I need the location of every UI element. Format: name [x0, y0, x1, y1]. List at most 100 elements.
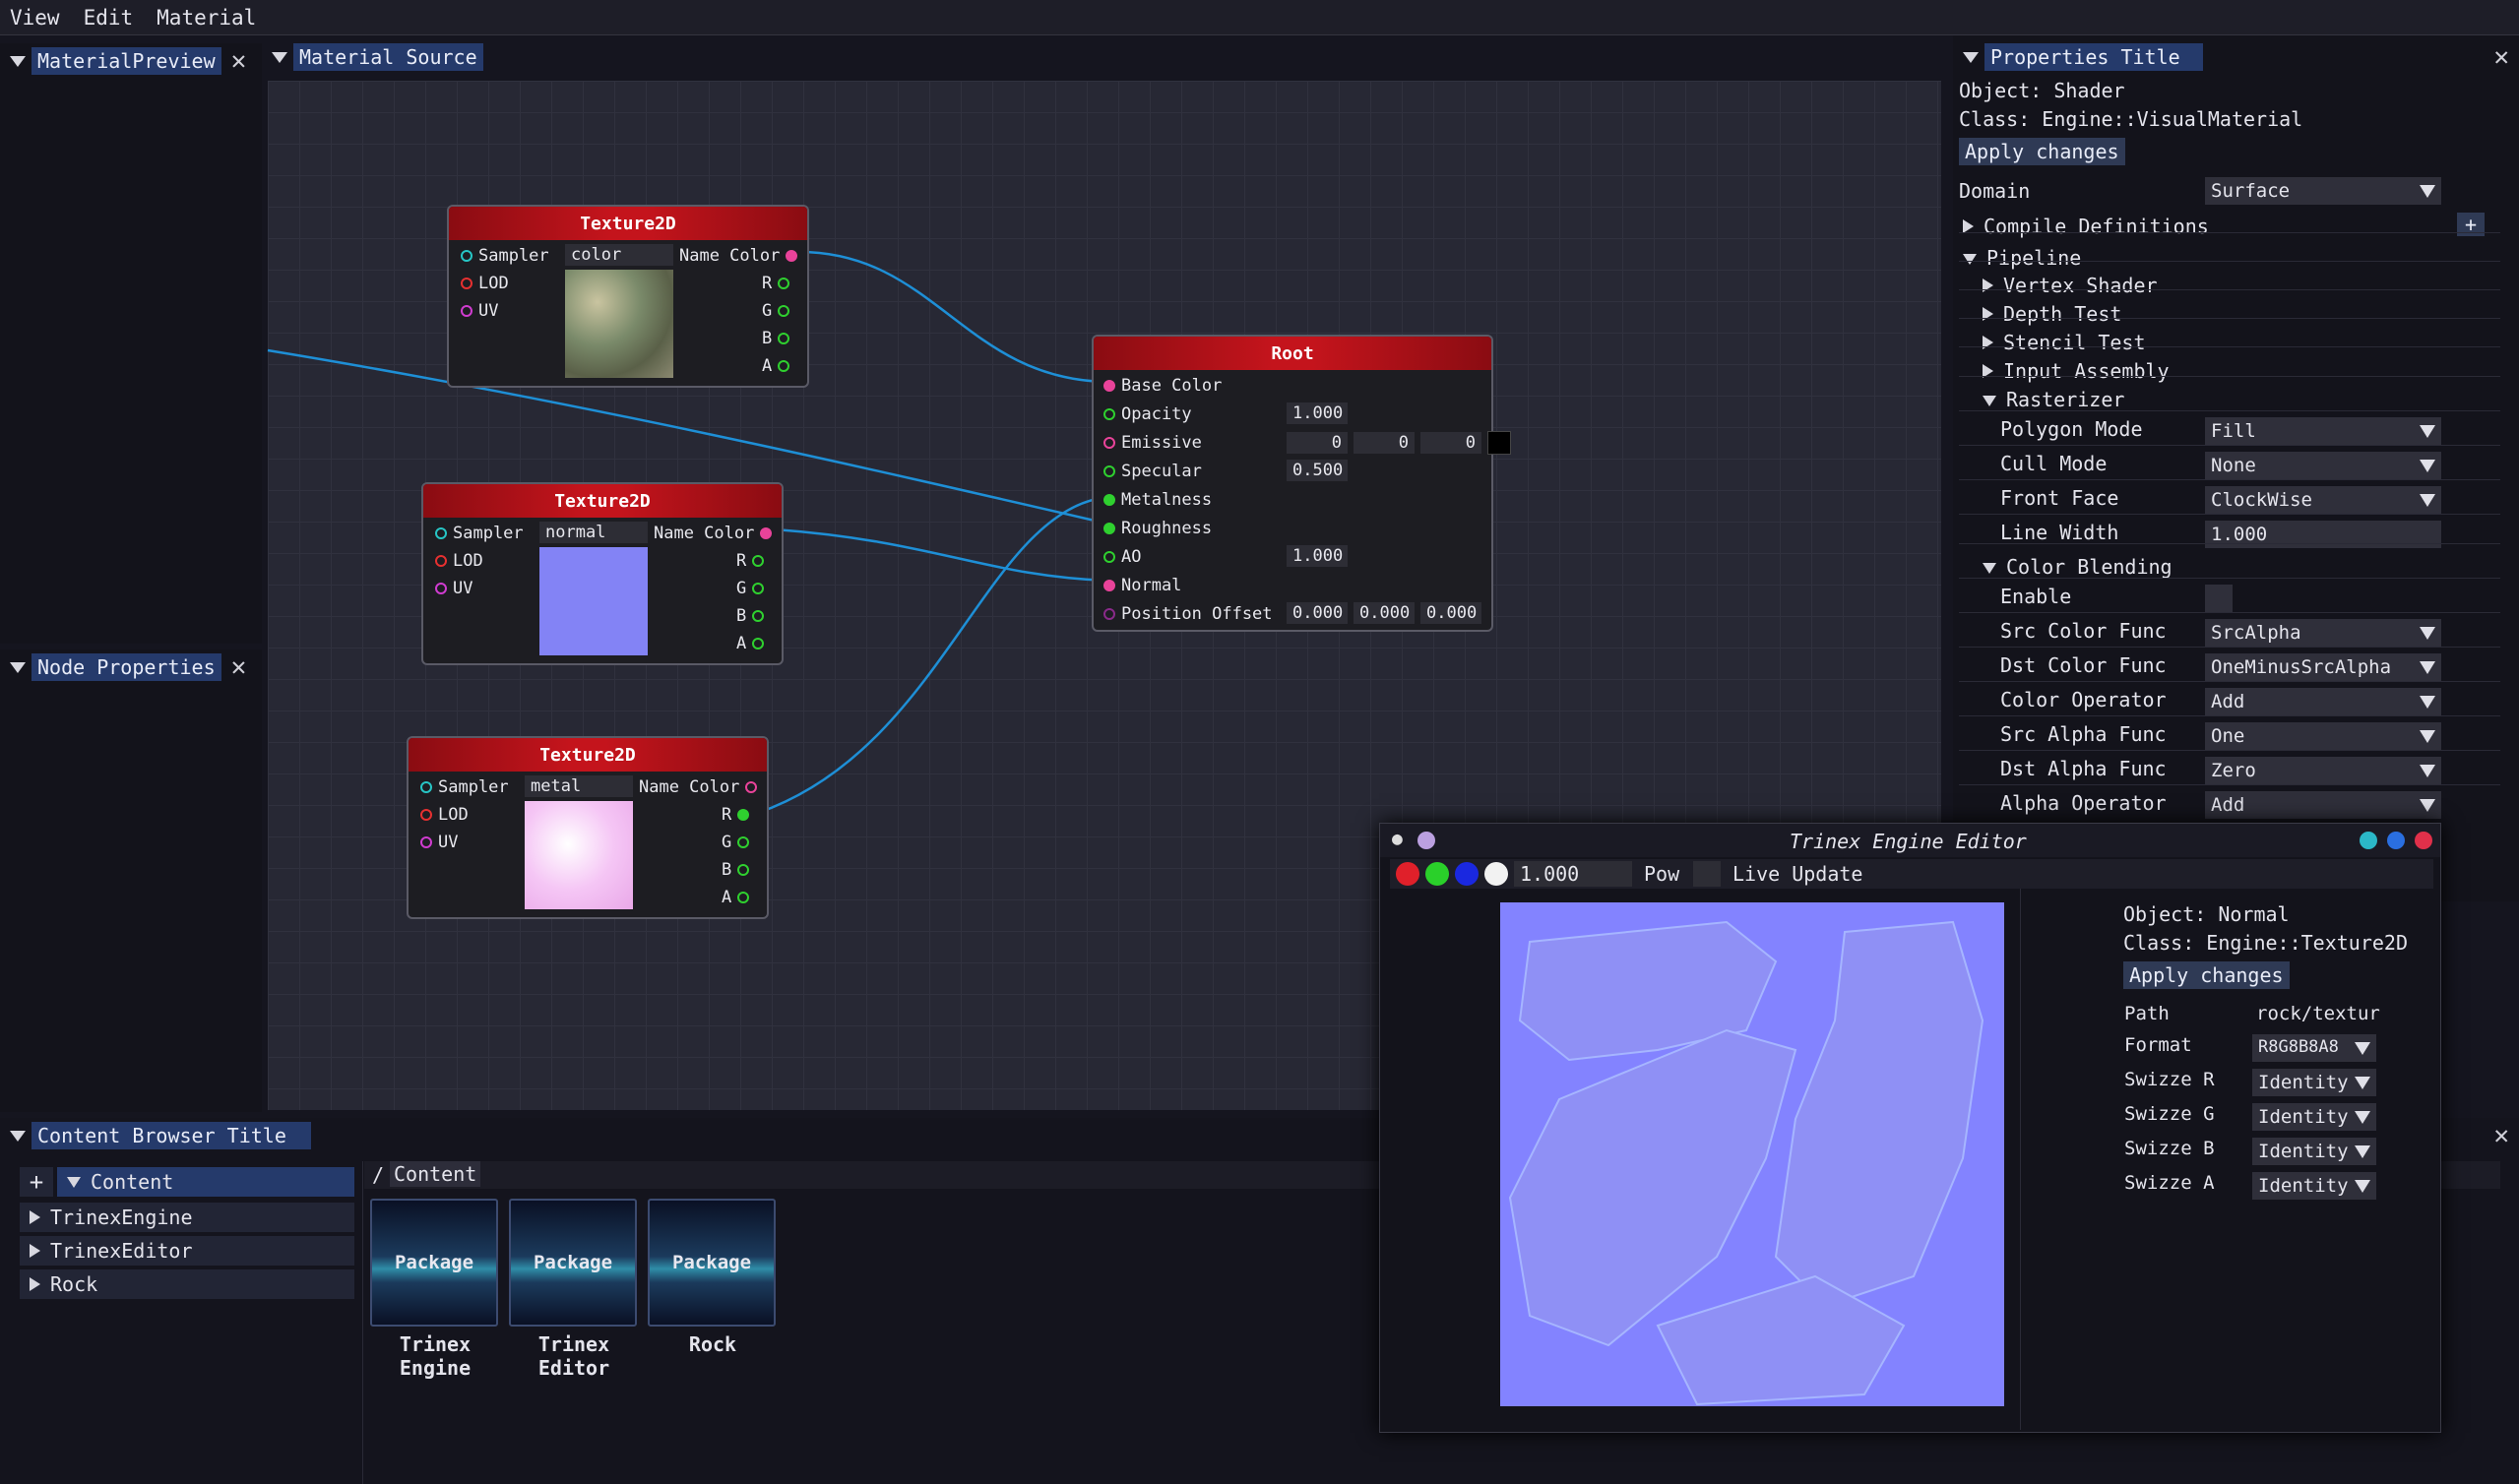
polygon-mode-combo[interactable]: Fill [2205, 417, 2441, 445]
expand-icon[interactable] [1963, 219, 1974, 233]
add-button[interactable]: + [20, 1167, 53, 1197]
texture2d-node-metal[interactable]: Texture2D Sampler metal Name Color LOD U… [407, 736, 769, 919]
uv-pin[interactable] [435, 583, 447, 594]
sampler-pin[interactable] [435, 527, 447, 539]
emissive-color-swatch[interactable] [1487, 431, 1511, 455]
input-assembly-label[interactable]: Input Assembly [2003, 359, 2170, 383]
collapse-icon[interactable] [1983, 563, 1996, 574]
red-channel-toggle[interactable] [1396, 862, 1419, 886]
texture-viewport[interactable] [1500, 902, 2004, 1406]
ao-pin[interactable] [1103, 551, 1115, 563]
rasterizer-label[interactable]: Rasterizer [2006, 388, 2124, 411]
b-pin[interactable] [752, 610, 765, 622]
emissive-g-field[interactable]: 0 [1354, 432, 1415, 454]
a-pin[interactable] [737, 892, 750, 903]
pipeline-label[interactable]: Pipeline [1986, 246, 2081, 270]
root-node[interactable]: Root Base Color Opacity 1.000 Emissive 0… [1092, 335, 1511, 632]
texture2d-node-normal[interactable]: Texture2D Sampler normal Name Color LOD … [421, 482, 784, 665]
tree-item-trinexengine[interactable]: TrinexEngine [20, 1203, 354, 1232]
depth-test-label[interactable]: Depth Test [2003, 302, 2121, 326]
specular-pin[interactable] [1103, 465, 1115, 477]
breadcrumb-content[interactable]: Content [390, 1161, 481, 1187]
sampler-pin[interactable] [461, 250, 472, 262]
package-trinex-editor[interactable]: Package Trinex Editor [509, 1199, 639, 1380]
base-color-pin[interactable] [1103, 380, 1115, 392]
texture2d-node-color[interactable]: Texture2D Sampler color Name Color LOD U… [447, 205, 809, 388]
sampler-field[interactable]: color [565, 244, 673, 266]
enable-checkbox[interactable] [2205, 585, 2233, 612]
expand-icon[interactable] [30, 1244, 40, 1258]
apply-changes-button[interactable]: Apply changes [1959, 138, 2125, 165]
tree-item-rock[interactable]: Rock [20, 1269, 354, 1299]
live-update-checkbox[interactable] [1693, 861, 1721, 887]
dst-alpha-func-combo[interactable]: Zero [2205, 757, 2441, 784]
b-pin[interactable] [737, 864, 750, 876]
tree-item-trinexeditor[interactable]: TrinexEditor [20, 1236, 354, 1266]
sampler-field[interactable]: metal [525, 775, 633, 797]
vertex-shader-label[interactable]: Vertex Shader [2003, 274, 2158, 297]
lod-pin[interactable] [461, 278, 472, 289]
swizzle-a-combo[interactable]: Identity [2252, 1172, 2376, 1200]
uv-pin[interactable] [461, 305, 472, 317]
tab-content-browser[interactable]: Content Browser Title [31, 1122, 311, 1149]
sampler-pin[interactable] [420, 781, 432, 793]
compile-definitions-label[interactable]: Compile Definitions [1984, 215, 2209, 238]
src-color-func-combo[interactable]: SrcAlpha [2205, 619, 2441, 647]
r-pin[interactable] [737, 809, 750, 821]
sampler-field[interactable]: normal [539, 522, 648, 543]
lod-pin[interactable] [435, 555, 447, 567]
position-y-field[interactable]: 0.000 [1354, 602, 1415, 624]
domain-combo[interactable]: Surface [2205, 177, 2441, 205]
emissive-r-field[interactable]: 0 [1287, 432, 1348, 454]
dst-color-func-combo[interactable]: OneMinusSrcAlpha [2205, 653, 2441, 681]
close-icon[interactable] [2415, 832, 2432, 849]
g-pin[interactable] [737, 836, 750, 848]
g-pin[interactable] [778, 305, 790, 317]
alpha-channel-toggle[interactable] [1484, 862, 1508, 886]
tree-item-content[interactable]: Content [57, 1167, 354, 1197]
editor-titlebar[interactable]: ● Trinex Engine Editor [1380, 824, 2440, 857]
g-pin[interactable] [752, 583, 765, 594]
name-color-pin[interactable] [745, 781, 758, 793]
swizzle-r-combo[interactable]: Identity [2252, 1069, 2376, 1096]
alpha-operator-combo[interactable]: Add [2205, 791, 2441, 819]
collapse-icon[interactable] [1963, 51, 1979, 63]
name-color-pin[interactable] [760, 527, 773, 539]
collapse-icon[interactable] [1963, 254, 1977, 265]
close-icon[interactable]: ✕ [2493, 44, 2509, 70]
normal-pin[interactable] [1103, 580, 1115, 591]
tab-properties-title[interactable]: Properties Title [1984, 43, 2203, 71]
opacity-field[interactable]: 1.000 [1287, 402, 1348, 424]
src-alpha-func-combo[interactable]: One [2205, 722, 2441, 750]
position-offset-pin[interactable] [1103, 608, 1115, 620]
blue-channel-toggle[interactable] [1455, 862, 1479, 886]
expand-icon[interactable] [30, 1277, 40, 1291]
expand-icon[interactable] [30, 1210, 40, 1224]
lod-pin[interactable] [420, 809, 432, 821]
uv-pin[interactable] [420, 836, 432, 848]
collapse-icon[interactable] [10, 1130, 26, 1142]
minimize-icon[interactable] [2360, 832, 2377, 849]
b-pin[interactable] [778, 333, 790, 344]
collapse-icon[interactable] [67, 1176, 81, 1188]
collapse-icon[interactable] [1983, 396, 1996, 406]
position-x-field[interactable]: 0.000 [1287, 602, 1348, 624]
apply-changes-button[interactable]: Apply changes [2123, 961, 2290, 989]
maximize-icon[interactable] [2387, 832, 2405, 849]
swizzle-g-combo[interactable]: Identity [2252, 1103, 2376, 1131]
position-z-field[interactable]: 0.000 [1420, 602, 1481, 624]
cull-mode-combo[interactable]: None [2205, 452, 2441, 479]
opacity-pin[interactable] [1103, 408, 1115, 420]
collapse-icon[interactable] [1417, 832, 1435, 849]
name-color-pin[interactable] [786, 250, 798, 262]
roughness-pin[interactable] [1103, 523, 1115, 534]
emissive-b-field[interactable]: 0 [1420, 432, 1481, 454]
format-combo[interactable]: R8G8B8A8 [2252, 1034, 2376, 1062]
a-pin[interactable] [778, 360, 790, 372]
swizzle-b-combo[interactable]: Identity [2252, 1138, 2376, 1165]
ao-field[interactable]: 1.000 [1287, 545, 1348, 567]
r-pin[interactable] [752, 555, 765, 567]
front-face-combo[interactable]: ClockWise [2205, 486, 2441, 514]
close-icon[interactable]: ✕ [2493, 1123, 2509, 1148]
package-rock[interactable]: Package Rock [648, 1199, 778, 1356]
